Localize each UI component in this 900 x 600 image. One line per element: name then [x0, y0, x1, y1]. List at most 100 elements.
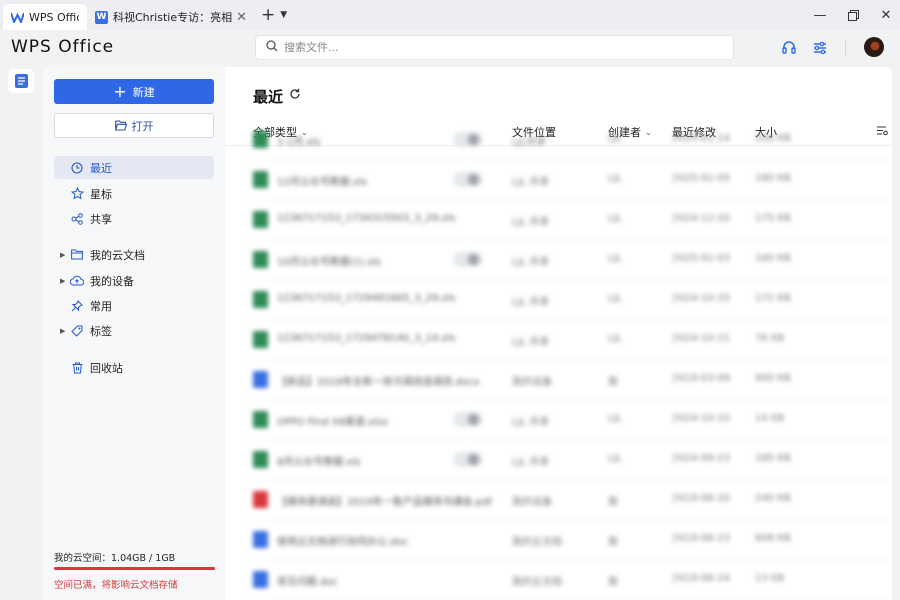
- sidebar-item-label: 我的云文档: [90, 248, 145, 262]
- sliders-icon[interactable]: [811, 39, 829, 57]
- file-size: 14 KB: [755, 413, 785, 424]
- file-modified: 2024-10-10: [672, 413, 731, 424]
- storage-warning[interactable]: 空间已满，将影响云文档存储: [54, 577, 178, 591]
- refresh-icon[interactable]: [289, 88, 301, 103]
- tab-wps-office[interactable]: WPS Office: [3, 4, 87, 30]
- file-creator: 我: [608, 537, 618, 548]
- close-tab-icon[interactable]: ✕: [236, 10, 247, 25]
- file-name: 10月公众号数据(1).xls: [277, 257, 381, 268]
- file-location: 我的云文档: [512, 577, 562, 588]
- file-size: 900 KB: [755, 373, 791, 384]
- xls-file-icon: [253, 251, 268, 268]
- sidebar-item-frequent[interactable]: 常用: [54, 294, 214, 317]
- file-creator: LJL: [608, 453, 623, 464]
- expand-caret-icon[interactable]: ▶: [60, 327, 65, 335]
- file-creator: LJL: [608, 293, 623, 304]
- sidebar-item-my-devices[interactable]: ▶ 我的设备: [54, 269, 214, 292]
- sidebar-item-recent[interactable]: 最近: [54, 156, 214, 179]
- file-location: LJL共享: [512, 137, 547, 148]
- sidebar-item-cloud-docs[interactable]: ▶ 我的云文档: [54, 243, 214, 266]
- file-name: 【新品】2018年全新一体污调改造调改.docx: [277, 377, 480, 388]
- file-modified: 2019-03-09: [672, 373, 731, 384]
- plus-icon: +: [113, 81, 127, 101]
- sidebar-item-trash[interactable]: 回收站: [54, 356, 214, 379]
- file-modified: 2024-09-23: [672, 453, 731, 464]
- file-size: 185 KB: [755, 453, 791, 464]
- expand-caret-icon[interactable]: ▶: [60, 277, 65, 285]
- table-row[interactable]: 使用云文档进行协同办公.doc 我的云文档 我 2019-06-23 608 KB: [225, 520, 892, 560]
- expand-caret-icon[interactable]: ▶: [60, 251, 65, 259]
- table-row[interactable]: 8月公众号数据.xls LJL 共享 LJL 2024-09-23 185 KB: [225, 440, 892, 480]
- sidebar-item-starred[interactable]: 星标: [54, 182, 214, 205]
- table-row[interactable]: 1236717153_1729491665_3_29.xls LJL 共享 LJL 2…: [225, 280, 892, 320]
- search-input[interactable]: [284, 41, 733, 54]
- title-bar: WPS Office W 科视Christie专访：亮相InfoComm Ch …: [0, 0, 900, 30]
- table-row[interactable]: 12月公众号数据.xls LJL 共享 LJL 2025-01-05 180 KB: [225, 160, 892, 200]
- wps-logo-icon: [11, 11, 24, 24]
- file-size: 76 KB: [755, 333, 785, 344]
- search-box[interactable]: [255, 35, 734, 60]
- sidebar-item-shared[interactable]: 共享: [54, 207, 214, 230]
- xls-file-icon: [253, 171, 268, 188]
- divider: [845, 40, 846, 56]
- main-panel: 最近 全部类型 ⌄ 文件位置 创建者 ⌄ 最近修改 大小 1-1月.xls LJL…: [225, 67, 892, 600]
- sidebar-item-label: 最近: [90, 161, 112, 175]
- xls-file-icon: [253, 291, 268, 308]
- tab-label: 科视Christie专访：亮相InfoComm Ch: [113, 11, 233, 24]
- file-creator: 我: [608, 497, 618, 508]
- chevron-down-icon[interactable]: ▼: [280, 10, 287, 20]
- sidebar-item-tags[interactable]: ▶ 标签: [54, 319, 214, 342]
- star-icon: [70, 187, 84, 201]
- file-modified: 2025-01-14: [672, 133, 731, 144]
- file-modified: 2019-06-23: [672, 533, 731, 544]
- xls-file-icon: [253, 131, 268, 148]
- new-button[interactable]: + 新建: [54, 79, 214, 104]
- sidebar-item-label: 回收站: [90, 361, 123, 375]
- share-icon: [70, 212, 84, 226]
- file-creator: LJL: [608, 413, 623, 424]
- table-row[interactable]: 【新品】2018年全新一体污调改造调改.docx 我的设备 我 2019-03-09 9…: [225, 360, 892, 400]
- storage-progress-bar: [54, 567, 215, 570]
- folder-open-icon: [114, 120, 127, 131]
- tab-document[interactable]: W 科视Christie专访：亮相InfoComm Ch ✕: [87, 4, 255, 30]
- table-row[interactable]: 1236717153_1729478140_3_14.xls LJL 共享 LJL 2…: [225, 320, 892, 360]
- file-name: 1236717153_1729478140_3_14.xls: [277, 333, 456, 344]
- collaborator-badge: [453, 412, 483, 427]
- table-row[interactable]: 1-1月.xls LJL共享 LJL 2025-01-14 200 KB: [225, 120, 892, 160]
- close-window-icon[interactable]: ✕: [872, 1, 900, 29]
- table-row[interactable]: OPPO Find X8渠道.xlsx LJL 共享 LJL 2024-10-10 14…: [225, 400, 892, 440]
- file-size: 172 KB: [755, 293, 791, 304]
- window-controls: — ✕: [801, 0, 900, 30]
- documents-rail-button[interactable]: [8, 69, 34, 93]
- sidebar-item-label: 常用: [90, 299, 112, 313]
- table-row[interactable]: 常见问题.doc 我的云文档 我 2019-06-24 13 KB: [225, 560, 892, 600]
- open-button[interactable]: 打开: [54, 113, 214, 138]
- file-location: LJL 共享: [512, 297, 550, 308]
- add-tab-icon[interactable]: +: [261, 5, 275, 25]
- xls-file-icon: [253, 451, 268, 468]
- file-size: 608 KB: [755, 533, 791, 544]
- restore-icon[interactable]: [839, 1, 867, 29]
- file-modified: 2025-01-05: [672, 173, 731, 184]
- file-location: 我的云文档: [512, 537, 562, 548]
- file-location: LJL 共享: [512, 257, 550, 268]
- minimize-icon[interactable]: —: [806, 1, 834, 29]
- headset-icon[interactable]: [780, 39, 798, 57]
- file-modified: 2019-06-24: [672, 573, 731, 584]
- file-modified: 2025-01-03: [672, 253, 731, 264]
- avatar[interactable]: [864, 37, 884, 57]
- collaborator-badge: [453, 452, 483, 467]
- file-modified: 2024-10-25: [672, 293, 731, 304]
- file-modified: 2024-10-21: [672, 333, 731, 344]
- table-row[interactable]: 【媒体邀请函】2019年一售产品媒体沟通会.pdf 我的设备 我 2019-06-20…: [225, 480, 892, 520]
- file-name: 1236717153_1729491665_3_29.xls: [277, 293, 456, 304]
- file-size: 180 KB: [755, 173, 791, 184]
- table-row[interactable]: 1236717153_1734315503_3_29.xls LJL 共享 LJL 2…: [225, 200, 892, 240]
- page-title: 最近: [253, 88, 284, 106]
- sidebar: + 新建 打开 最近 星标 共享 ▶ 我的云文档 ▶ 我的设备 常用 ▶ 标签 …: [43, 67, 225, 600]
- trash-icon: [70, 361, 84, 375]
- table-row[interactable]: 10月公众号数据(1).xls LJL 共享 LJL 2025-01-03 160 KB: [225, 240, 892, 280]
- file-location: LJL 共享: [512, 457, 550, 468]
- file-creator: 我: [608, 577, 618, 588]
- file-size: 200 KB: [755, 133, 791, 144]
